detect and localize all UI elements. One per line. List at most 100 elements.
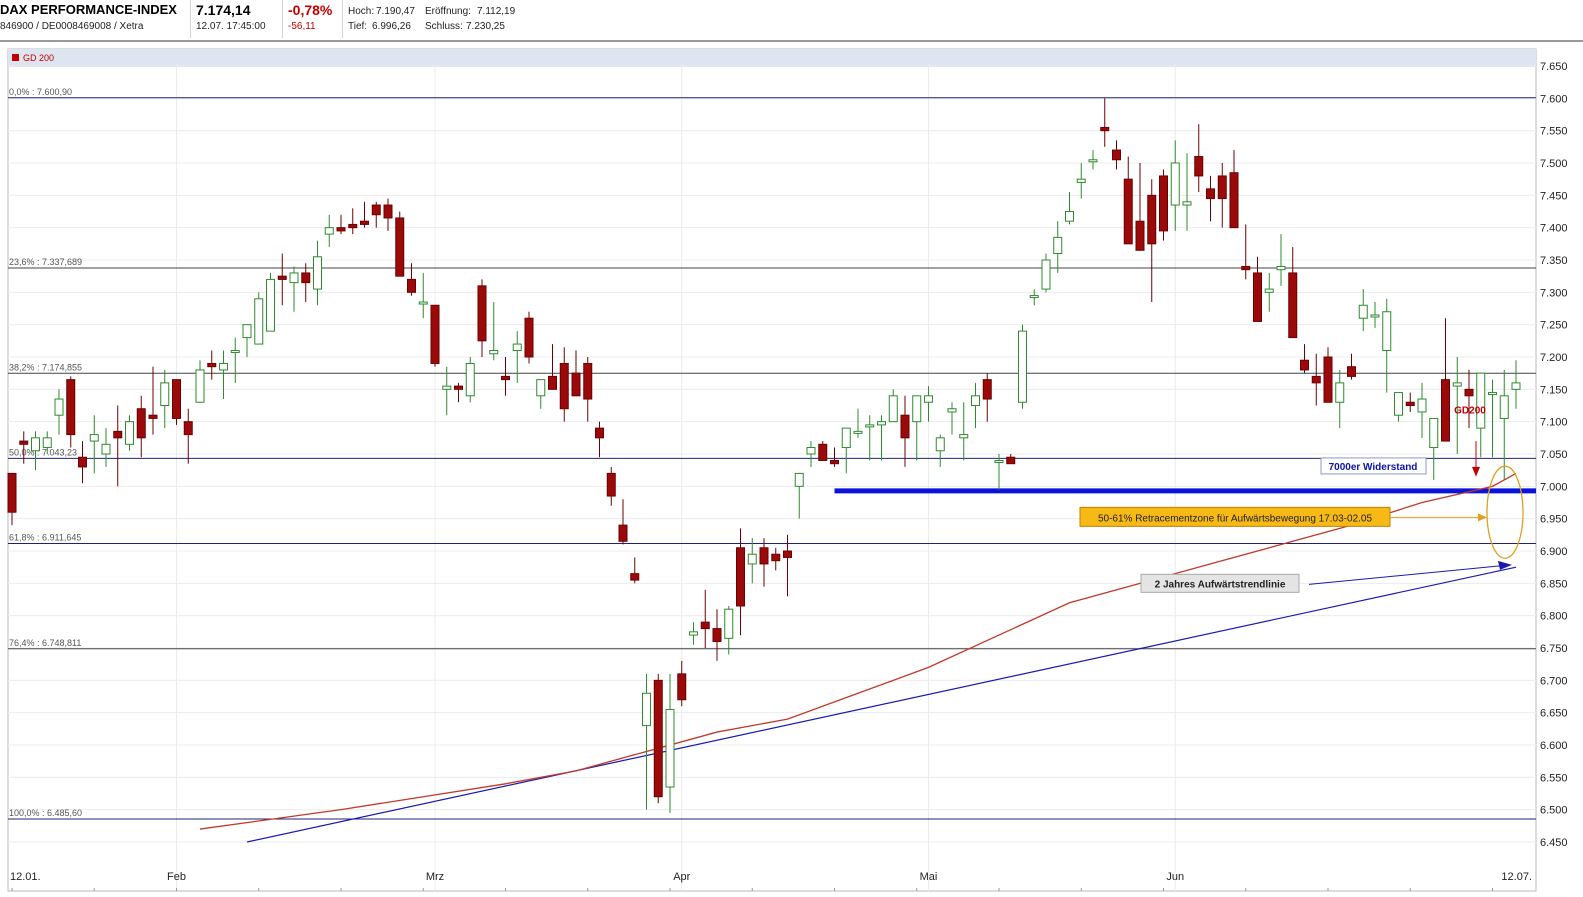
y-tick-label: 7.300 [1540, 287, 1568, 299]
candle-body [371, 204, 381, 216]
gd200-annotation: GD200 [1454, 406, 1486, 417]
candle-body [935, 437, 945, 452]
candle-body [971, 395, 980, 406]
candle-body [1123, 178, 1133, 245]
candle-body [1076, 178, 1086, 183]
candle-body [653, 679, 663, 798]
candle-body [1229, 172, 1239, 229]
candle-body [888, 395, 898, 423]
candle-body [1288, 272, 1298, 339]
candle-body [877, 421, 886, 426]
candle [254, 292, 264, 345]
y-tick-label: 7.100 [1540, 417, 1568, 429]
x-tick-label: Apr [673, 871, 690, 883]
candle-body [289, 272, 299, 284]
dax-candlestick-chart[interactable]: GD 200 0,0% : 7.600,90 23,6% : 7.337,689 3… [0, 44, 1583, 897]
candle-body [418, 301, 428, 305]
instrument-cell: DAX PERFORMANCE-INDEX 846900 / DE0008469… [0, 0, 191, 38]
candle-body [277, 275, 287, 280]
candle-body [254, 298, 264, 345]
candle-body [336, 227, 346, 232]
change-absolute: -56,11 [288, 21, 316, 32]
candle-body [242, 324, 252, 339]
candle-body [54, 398, 64, 416]
candle [653, 673, 663, 804]
candle-body [865, 424, 875, 428]
candle-body [172, 379, 181, 419]
candle-body [136, 408, 146, 439]
low-value: 6.996,26 [372, 21, 411, 32]
stats-cell: Hoch: 7.190,47 Tief: 6.996,26 Eröffnung:… [342, 0, 522, 38]
legend-label-gd200[interactable]: GD 200 [23, 53, 54, 63]
legend-bar [8, 49, 1536, 67]
instrument-name[interactable]: DAX PERFORMANCE-INDEX [0, 2, 177, 17]
candle-body [959, 434, 969, 439]
price-cell: 7.174,14 12.07. 17:45:00 [190, 0, 283, 38]
y-tick-label: 7.550 [1540, 126, 1568, 138]
candle-body [947, 408, 957, 413]
candle-body [630, 573, 640, 581]
instrument-ids: 846900 / DE0008469008 / Xetra [0, 21, 144, 32]
y-tick-label: 6.650 [1540, 708, 1568, 720]
candle [524, 311, 534, 364]
candle-body [395, 217, 405, 277]
candle-body [31, 437, 40, 452]
x-tick-label: Feb [167, 871, 186, 883]
candle-body [89, 434, 99, 442]
y-axis: 6.450 6.500 6.550 6.600 6.650 6.700 6.750 6.800… [1540, 61, 1568, 849]
x-tick-label: Jun [1166, 871, 1184, 883]
candle-body [830, 459, 839, 465]
x-tick-label: Mai [920, 871, 938, 883]
candle-body [1394, 392, 1403, 416]
candle-body [501, 375, 510, 381]
y-tick-label: 7.350 [1540, 255, 1568, 267]
candle-body [454, 385, 463, 390]
candle-body [1241, 265, 1251, 271]
candle-body [606, 472, 616, 497]
candle-body [195, 369, 205, 403]
candle-body [1417, 398, 1427, 413]
candle [1018, 324, 1027, 409]
candle-body [1464, 388, 1474, 397]
candle-body [219, 362, 228, 371]
candle-body [712, 628, 722, 643]
y-tick-label: 6.500 [1540, 805, 1568, 817]
legend-swatch-gd200 [12, 54, 19, 61]
candle-body [1041, 259, 1051, 290]
candle-body [125, 421, 134, 445]
candle-body [477, 285, 487, 342]
candle-body [1253, 272, 1262, 322]
candle-body [1405, 401, 1415, 406]
plot-area [7, 48, 1537, 892]
price-time: 12.07. 17:45:00 [196, 21, 266, 32]
candle-body [183, 421, 193, 436]
candle-body [806, 447, 816, 455]
candle-body [266, 278, 275, 332]
candle-body [1511, 382, 1521, 390]
candle-body [1018, 330, 1027, 403]
candle-body [465, 362, 475, 397]
y-tick-label: 6.750 [1540, 643, 1568, 655]
candle-body [736, 547, 745, 607]
fibo-level-label: 61,8% : 6.911,645 [9, 532, 81, 542]
candle-body [700, 621, 710, 630]
candle-body [66, 379, 76, 436]
candle-body [642, 692, 651, 727]
candle [172, 379, 181, 425]
candle-body [912, 395, 922, 423]
candle [266, 272, 275, 332]
candle-body [113, 430, 123, 439]
candle-body [19, 440, 29, 445]
candle-body [548, 375, 557, 390]
y-tick-label: 6.800 [1540, 611, 1568, 623]
candle-body [383, 204, 393, 219]
candle-body [430, 304, 440, 364]
y-tick-label: 7.400 [1540, 223, 1568, 235]
candle-body [747, 553, 757, 565]
y-tick-label: 7.600 [1540, 93, 1568, 105]
change-percent: -0,78% [288, 2, 333, 18]
candle-body [618, 524, 628, 542]
candle-body [559, 362, 569, 410]
y-tick-label: 7.650 [1540, 61, 1568, 73]
candle-body [595, 427, 604, 439]
